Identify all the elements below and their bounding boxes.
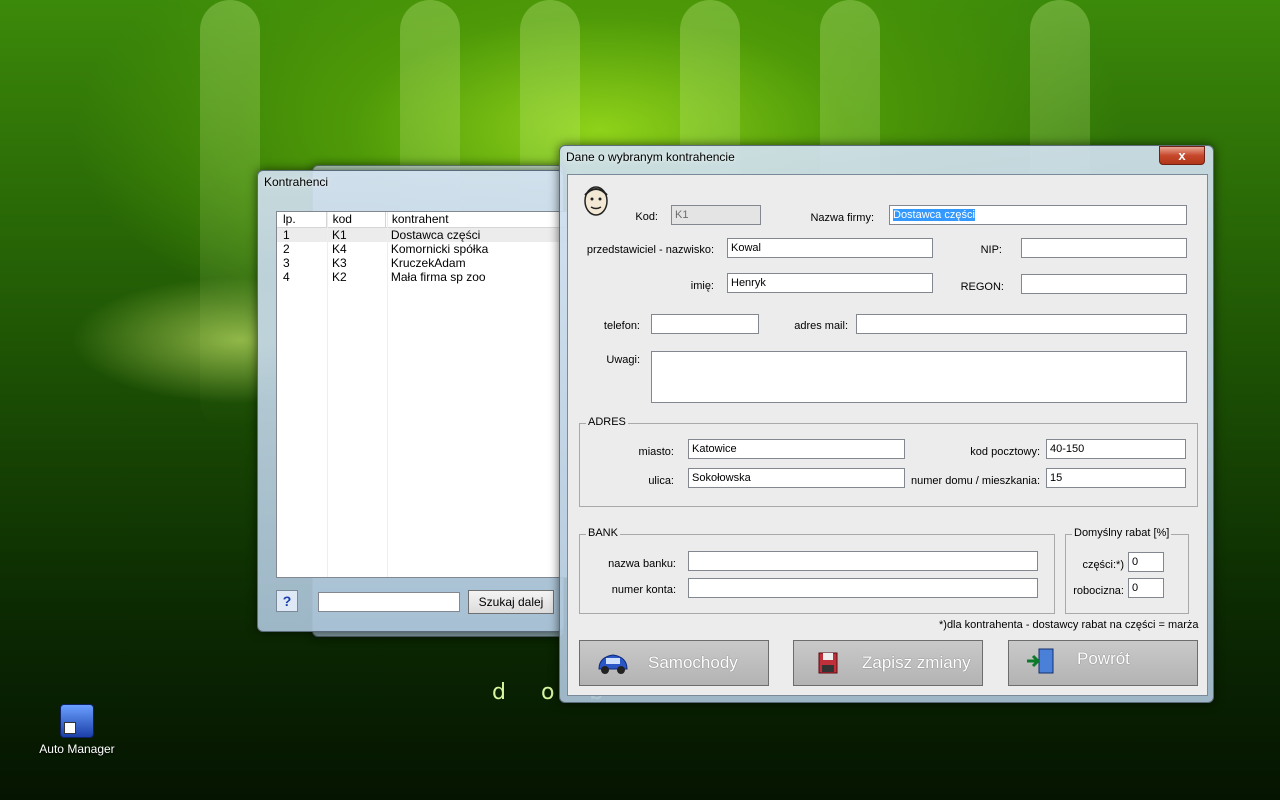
nazwa-banku-field[interactable]	[688, 551, 1038, 571]
telefon-label: telefon:	[603, 320, 640, 332]
contractors-list[interactable]: lp. kod kontrahent 1 K1 Dostawca części …	[276, 211, 568, 578]
adres-group: ADRES miasto: Katowice ulica: Sokołowska…	[579, 416, 1198, 507]
car-app-icon	[60, 704, 94, 738]
numer-domu-label: numer domu / mieszkania:	[911, 475, 1040, 487]
cell-lp: 4	[283, 270, 290, 284]
car-icon	[598, 654, 628, 674]
cell-kontrahent: Mała firma sp zoo	[390, 270, 486, 284]
selected-text: Dostawca części	[893, 209, 975, 221]
bank-group: BANK nazwa banku: numer konta:	[579, 527, 1055, 614]
kod-label: Kod:	[635, 211, 658, 223]
footnote: *)dla kontrahenta - dostawcy rabat na cz…	[939, 619, 1199, 631]
rabat-legend: Domyślny rabat [%]	[1072, 527, 1172, 539]
cell-kontrahent: KruczekAdam	[390, 256, 466, 270]
return-label: Powrót	[1077, 649, 1130, 668]
contractor-details-dialog: Dane o wybranym kontrahencie x Kod: K1 N…	[559, 145, 1214, 703]
nip-field[interactable]	[1021, 238, 1187, 258]
samochody-label: Samochody	[648, 653, 738, 672]
telefon-field[interactable]	[651, 314, 759, 334]
search-next-button[interactable]: Szukaj dalej	[468, 590, 554, 614]
imie-label: imię:	[690, 280, 714, 292]
rabat-group: Domyślny rabat [%] części:*) 0 robocizna…	[1065, 527, 1189, 614]
nazwa-firmy-label: Nazwa firmy:	[810, 212, 874, 224]
cell-lp: 1	[283, 228, 290, 242]
close-button[interactable]: x	[1159, 146, 1205, 165]
kod-pocztowy-label: kod pocztowy:	[970, 446, 1040, 458]
column-header-lp[interactable]: lp.	[277, 212, 327, 227]
background-streak	[200, 0, 260, 430]
regon-label: REGON:	[960, 281, 1004, 293]
desktop-icon-auto-manager[interactable]: Auto Manager	[34, 704, 120, 756]
list-item[interactable]: 3 K3 KruczekAdam	[277, 256, 567, 270]
cell-kontrahent: Dostawca części	[390, 228, 481, 242]
adres-mail-label: adres mail:	[794, 320, 848, 332]
cell-kod: K2	[332, 270, 347, 284]
kod-pocztowy-field[interactable]: 40-150	[1046, 439, 1186, 459]
numer-konta-label: numer konta:	[611, 584, 676, 596]
cell-kod: K3	[332, 256, 347, 270]
rabat-czesci-field[interactable]: 0	[1128, 552, 1164, 572]
robocizna-label: robocizna:	[1073, 585, 1124, 597]
desktop-icon-label: Auto Manager	[39, 742, 115, 756]
email-field[interactable]	[856, 314, 1187, 334]
ulica-label: ulica:	[648, 475, 674, 487]
uwagi-label: Uwagi:	[606, 354, 640, 366]
dialog-title: Dane o wybranym kontrahencie	[566, 150, 735, 164]
dialog-body: Kod: K1 Nazwa firmy: Dostawca części prz…	[567, 174, 1208, 696]
list-item[interactable]: 1 K1 Dostawca części	[277, 228, 567, 242]
nip-label: NIP:	[980, 244, 1002, 256]
cell-lp: 2	[283, 242, 290, 256]
numer-domu-field[interactable]: 15	[1046, 468, 1186, 488]
list-item[interactable]: 4 K2 Mała firma sp zoo	[277, 270, 567, 284]
list-header: lp. kod kontrahent	[277, 212, 567, 228]
exit-door-icon	[1027, 648, 1054, 674]
nazwisko-field[interactable]: Kowal	[727, 238, 933, 258]
kontrahenci-window: Kontrahenci lp. kod kontrahent 1 K1 Dost…	[257, 170, 568, 632]
help-button[interactable]: ?	[276, 590, 298, 612]
floppy-disk-icon	[818, 652, 838, 674]
nazwa-firmy-field[interactable]: Dostawca części	[889, 205, 1187, 225]
save-label: Zapisz zmiany	[862, 653, 971, 672]
uwagi-textarea[interactable]	[651, 351, 1187, 403]
cell-kontrahent: Komornicki spółka	[390, 242, 489, 256]
cell-kod: K1	[332, 228, 347, 242]
nazwa-banku-label: nazwa banku:	[608, 558, 676, 570]
column-header-kod[interactable]: kod	[327, 212, 386, 227]
window-title: Kontrahenci	[264, 175, 329, 189]
rabat-robocizna-field[interactable]: 0	[1128, 578, 1164, 598]
cell-kod: K4	[332, 242, 347, 256]
samochody-button[interactable]: Samochody	[579, 640, 769, 686]
numer-konta-field[interactable]	[688, 578, 1038, 598]
save-button[interactable]: Zapisz zmiany	[793, 640, 983, 686]
return-button[interactable]: Powrót	[1008, 640, 1198, 686]
kod-field[interactable]: K1	[671, 205, 761, 225]
regon-field[interactable]	[1021, 274, 1187, 294]
imie-field[interactable]: Henryk	[727, 273, 933, 293]
miasto-field[interactable]: Katowice	[688, 439, 905, 459]
miasto-label: miasto:	[638, 446, 674, 458]
adres-legend: ADRES	[586, 416, 628, 428]
column-header-kontrahent[interactable]: kontrahent	[386, 212, 567, 227]
czesci-label: części:*)	[1082, 559, 1124, 571]
search-input[interactable]	[318, 592, 460, 612]
list-item[interactable]: 2 K4 Komornicki spółka	[277, 242, 567, 256]
ulica-field[interactable]: Sokołowska	[688, 468, 905, 488]
bank-legend: BANK	[586, 527, 620, 539]
nazwisko-label: przedstawiciel - nazwisko:	[586, 244, 714, 256]
cell-lp: 3	[283, 256, 290, 270]
